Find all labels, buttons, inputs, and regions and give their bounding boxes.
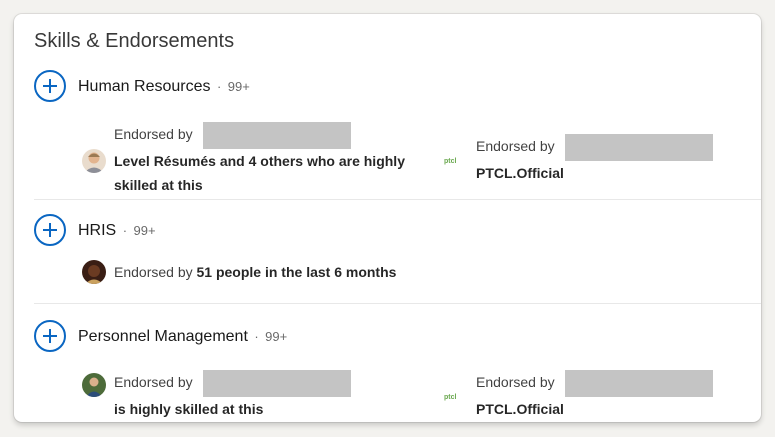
separator: · xyxy=(122,223,128,238)
redacted-name xyxy=(564,134,713,161)
endorser-name[interactable]: PTCL.Official xyxy=(476,401,564,417)
endorsement-right: Endorsed by PTCL.Official xyxy=(476,134,756,185)
skill-item: Personnel Management · 99+ Endorsed by i… xyxy=(34,320,761,420)
endorsement-text[interactable]: 51 people in the last 6 months xyxy=(197,264,397,280)
redacted-name xyxy=(564,370,713,397)
ptcl-logo-icon[interactable]: ptcl xyxy=(444,392,466,404)
separator: · xyxy=(216,79,222,94)
skill-item: Human Resources · 99+ Endorsed by Level … xyxy=(34,70,761,200)
skill-title[interactable]: Personnel Management xyxy=(78,328,248,345)
redacted-name xyxy=(202,122,351,149)
endorsed-by-label: Endorsed by xyxy=(114,126,193,143)
plus-icon xyxy=(43,329,57,343)
endorse-add-button[interactable] xyxy=(34,70,66,102)
endorsed-by-label: Endorsed by xyxy=(114,264,193,280)
person-avatar-icon[interactable] xyxy=(82,149,106,173)
endorsement-left: Endorsed by 51 people in the last 6 mont… xyxy=(114,260,396,284)
card-title: Skills & Endorsements xyxy=(34,30,235,52)
skill-name[interactable]: HRIS · 99+ xyxy=(78,222,156,240)
skill-name[interactable]: Human Resources · 99+ xyxy=(78,78,250,96)
skill-name[interactable]: Personnel Management · 99+ xyxy=(78,328,287,346)
skill-title[interactable]: HRIS xyxy=(78,222,116,239)
redacted-name xyxy=(202,370,351,397)
endorsement-text[interactable]: is highly skilled at this xyxy=(114,401,263,417)
plus-icon xyxy=(43,223,57,237)
person-avatar-icon[interactable] xyxy=(82,260,106,284)
endorsement-count[interactable]: 99+ xyxy=(228,79,250,94)
skill-title[interactable]: Human Resources xyxy=(78,78,211,95)
endorsement-left: Endorsed by Level Résumés and 4 others w… xyxy=(114,122,414,197)
endorse-add-button[interactable] xyxy=(34,214,66,246)
endorser-name[interactable]: PTCL.Official xyxy=(476,165,564,181)
endorsement-count[interactable]: 99+ xyxy=(265,329,287,344)
endorsement-count[interactable]: 99+ xyxy=(133,223,155,238)
plus-icon xyxy=(43,79,57,93)
endorsement-text[interactable]: Level Résumés and 4 others who are highl… xyxy=(114,153,405,193)
person-avatar-icon[interactable] xyxy=(82,373,106,397)
skills-endorsements-card: Skills & Endorsements Human Resources · … xyxy=(14,14,761,422)
endorsed-by-label: Endorsed by xyxy=(114,374,193,391)
endorsed-by-label: Endorsed by xyxy=(476,138,555,155)
ptcl-logo-icon[interactable]: ptcl xyxy=(444,156,466,168)
endorsement-right: Endorsed by PTCL.Official xyxy=(476,370,756,421)
separator: · xyxy=(254,329,259,344)
endorsement-left: Endorsed by is highly skilled at this xyxy=(114,370,414,421)
endorsed-by-label: Endorsed by xyxy=(476,374,555,391)
skill-item: HRIS · 99+ Endorsed by 51 people in the … xyxy=(34,214,761,304)
endorse-add-button[interactable] xyxy=(34,320,66,352)
